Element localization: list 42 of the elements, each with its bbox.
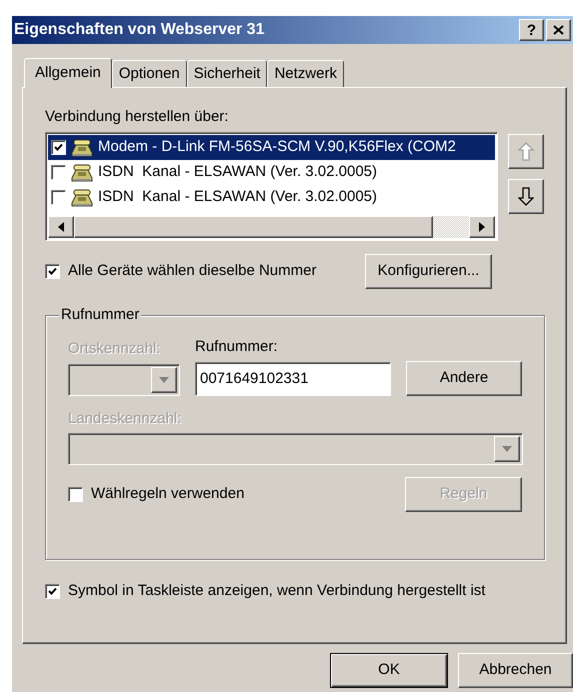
scrollbar-thumb[interactable] (74, 216, 433, 238)
checkbox-label: Alle Geräte wählen dieselbe Nummer (68, 261, 318, 282)
move-down-button[interactable] (508, 179, 544, 214)
checkbox[interactable] (45, 264, 60, 279)
help-button[interactable]: ? (519, 19, 544, 41)
checkbox[interactable] (51, 140, 66, 155)
checkbox-label: Symbol in Taskleiste anzeigen, wenn Verbindung hergestellt ist (68, 581, 486, 601)
check-icon (48, 586, 57, 596)
horizontal-scrollbar[interactable] (48, 216, 495, 238)
tab[interactable]: Optionen (112, 60, 187, 87)
check-icon (48, 267, 57, 276)
modem-icon (70, 186, 94, 208)
window-title: Eigenschaften von Webserver 31 (14, 20, 266, 40)
phone-number-field[interactable]: 0071649102331 (195, 362, 391, 396)
dialog-button[interactable]: Abbrechen (458, 653, 573, 688)
checkbox[interactable] (68, 487, 83, 502)
scroll-left-button[interactable] (48, 216, 74, 238)
modem-icon (70, 136, 94, 158)
tab[interactable]: Sicherheit (186, 60, 268, 87)
dialog-button[interactable]: OK (330, 653, 448, 688)
tab[interactable]: Allgemein (24, 58, 112, 88)
tab[interactable]: Netzwerk (267, 60, 344, 87)
close-button[interactable] (546, 19, 571, 41)
field-label: Rufnummer: (195, 337, 279, 357)
device-item[interactable]: ISDN Kanal - ELSAWAN (Ver. 3.02.0005) (48, 185, 495, 210)
configure-button[interactable]: Konfigurieren... (365, 254, 492, 289)
dropdown[interactable] (68, 364, 180, 396)
check-icon (54, 143, 63, 152)
scroll-right-button[interactable] (469, 216, 495, 238)
close-icon (553, 25, 564, 35)
dropdown[interactable] (68, 433, 523, 465)
left-arrow-icon (58, 222, 64, 232)
down-arrow-icon (518, 186, 534, 207)
device-item[interactable]: ISDN Kanal - ELSAWAN (Ver. 3.02.0005) (48, 160, 495, 185)
field-label: Verbindung herstellen über: (45, 108, 230, 126)
other-button[interactable]: Andere (406, 360, 522, 396)
checkbox-label: Wählregeln verwenden (91, 484, 246, 504)
up-arrow-icon (518, 141, 534, 162)
checkbox[interactable] (45, 584, 60, 599)
right-arrow-icon (479, 222, 485, 232)
modem-icon (70, 162, 94, 184)
device-item[interactable]: Modem - D-Link FM-56SA-SCM V.90,K56Flex (COM2 (48, 135, 495, 160)
